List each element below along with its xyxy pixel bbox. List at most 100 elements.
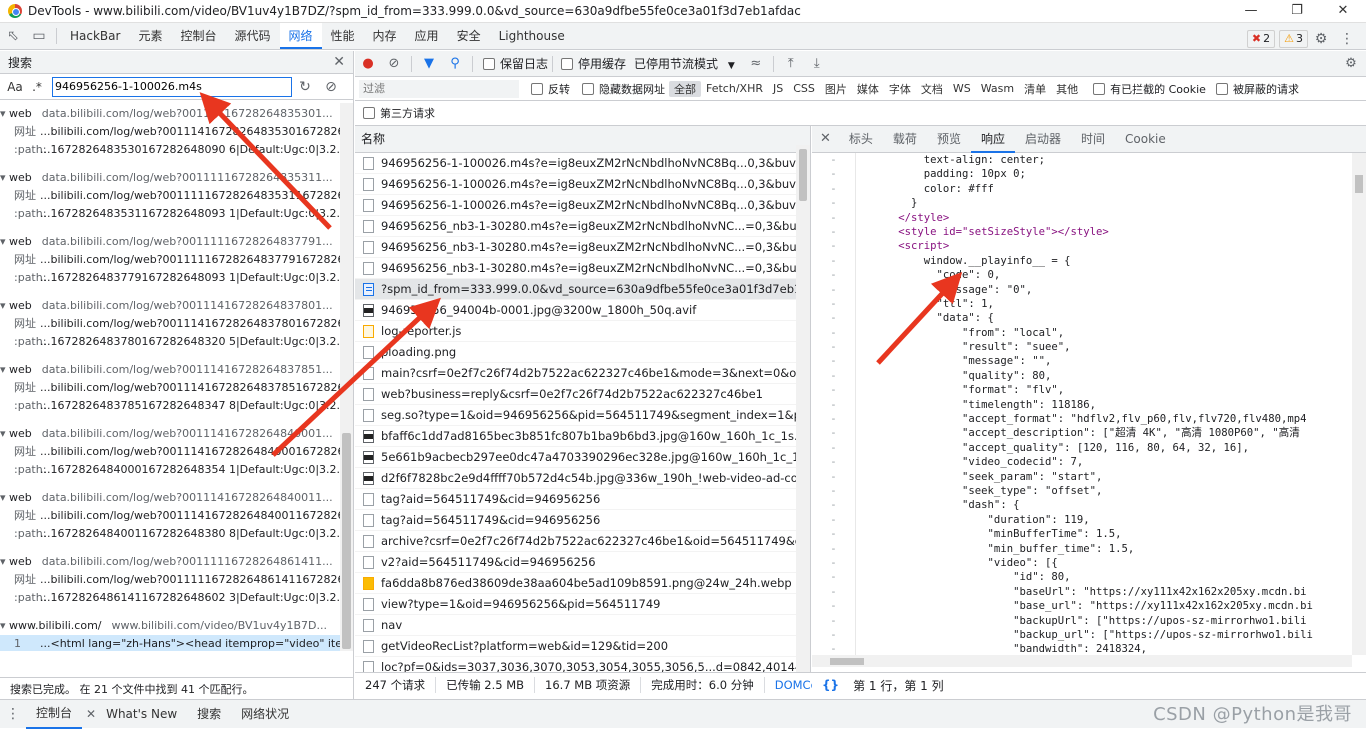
throttle-select[interactable]: 已停用节流模式 ▼ (634, 55, 735, 72)
request-row[interactable]: 946956256-1-100026.m4s?e=ig8euxZM2rNcNbd… (355, 174, 810, 195)
network-conditions-icon[interactable]: ≈ (743, 56, 769, 71)
result-line[interactable]: :path:...1672826484000167282648354 1|Def… (0, 461, 340, 479)
filter-type-wasm[interactable]: Wasm (976, 82, 1019, 95)
results-scrollbar[interactable] (340, 103, 353, 651)
result-group[interactable]: ▾ www.bilibili.com/www.bilibili.com/vide… (0, 615, 340, 651)
more-options-icon[interactable]: ⋮ (1334, 26, 1360, 52)
filter-type-ws[interactable]: WS (948, 82, 976, 95)
export-har-icon[interactable]: ⤓ (804, 56, 830, 71)
preserve-log-checkbox[interactable]: 保留日志 (483, 55, 548, 72)
filter-type-css[interactable]: CSS (788, 82, 820, 95)
request-row[interactable]: 946956256_nb3-1-30280.m4s?e=ig8euxZM2rNc… (355, 237, 810, 258)
network-settings-icon[interactable]: ⚙ (1338, 56, 1364, 71)
drawer-menu-icon[interactable]: ⋮ (0, 701, 26, 727)
request-row[interactable]: fa6dda8b876ed38609de38aa604be5ad109b8591… (355, 573, 810, 594)
expand-triangle-icon[interactable]: ▾ (0, 555, 9, 568)
drawer-tab-3[interactable]: 网络状况 (231, 701, 299, 728)
result-group[interactable]: ▾ web data.bilibili.com/log/web?001114167… (0, 359, 340, 423)
error-badge[interactable]: ✖ 2 (1246, 30, 1276, 48)
result-group[interactable]: ▾ web data.bilibili.com/log/web?001111167… (0, 231, 340, 295)
tab-1[interactable]: 元素 (129, 23, 171, 49)
result-group-header[interactable]: ▾ web data.bilibili.com/log/web?001111167… (0, 553, 340, 571)
request-list-scrollbar[interactable] (796, 145, 810, 672)
response-tab-cookie[interactable]: Cookie (1115, 126, 1176, 153)
result-group-header[interactable]: ▾ web data.bilibili.com/log/web?001114167… (0, 425, 340, 443)
expand-triangle-icon[interactable]: ▾ (0, 491, 9, 504)
settings-gear-icon[interactable]: ⚙ (1308, 26, 1334, 52)
request-row[interactable]: getVideoRecList?platform=web&id=129&tid=… (355, 636, 810, 657)
result-line[interactable]: :path:...1672826486141167282648602 3|Def… (0, 589, 340, 607)
third-party-checkbox[interactable]: 第三方请求 (363, 105, 435, 121)
result-group[interactable]: ▾ web data.bilibili.com/log/web?001111167… (0, 167, 340, 231)
request-row[interactable]: 946956256-1-100026.m4s?e=ig8euxZM2rNcNbd… (355, 195, 810, 216)
clear-icon[interactable]: ⊘ (318, 74, 344, 100)
request-row[interactable]: ?spm_id_from=333.999.0.0&vd_source=630a9… (355, 279, 810, 300)
tab-3[interactable]: 源代码 (225, 23, 279, 49)
request-row[interactable]: web?business=reply&csrf=0e2f7c26f74d2b75… (355, 384, 810, 405)
response-tab-3[interactable]: 响应 (970, 126, 1015, 153)
filter-type-js[interactable]: JS (768, 82, 788, 95)
result-group[interactable]: ▾ web data.bilibili.com/log/web?001114167… (0, 487, 340, 551)
result-line[interactable]: :path:...1672826483530167282648090 6|Def… (0, 141, 340, 159)
name-column-header[interactable]: 名称 (355, 126, 810, 153)
refresh-icon[interactable]: ↻ (292, 74, 318, 100)
response-code-view[interactable]: - text-align: center; - padding: 10px 0; -… (812, 153, 1352, 655)
result-line[interactable]: 网址 ...bilibili.com/log/web?00111416728264… (0, 443, 340, 461)
code-horizontal-scrollbar[interactable] (812, 655, 1352, 667)
expand-triangle-icon[interactable]: ▾ (0, 299, 9, 312)
request-row[interactable]: 5e661b9acbecb297ee0dc47a4703390296ec328e… (355, 447, 810, 468)
close-window-button[interactable]: ✕ (1320, 0, 1366, 23)
disable-cache-checkbox[interactable]: 停用缓存 (561, 55, 626, 72)
expand-triangle-icon[interactable]: ▾ (0, 235, 9, 248)
tab-4[interactable]: 网络 (279, 23, 322, 49)
request-row[interactable]: archive?csrf=0e2f7c26f74d2b7522ac622327c… (355, 531, 810, 552)
warning-badge[interactable]: ⚠ 3 (1279, 30, 1308, 48)
clear-log-icon[interactable]: ⊘ (381, 56, 407, 71)
request-row[interactable]: 946956256_nb3-1-30280.m4s?e=ig8euxZM2rNc… (355, 216, 810, 237)
request-row[interactable]: seg.so?type=1&oid=946956256&pid=56451174… (355, 405, 810, 426)
tab-hackbar[interactable]: HackBar (61, 23, 129, 49)
search-icon[interactable]: ⚲ (442, 56, 468, 71)
code-vertical-scrollbar[interactable] (1352, 153, 1366, 655)
response-tab-5[interactable]: 时间 (1071, 126, 1115, 153)
regex-button[interactable]: .* (26, 80, 48, 94)
result-group-header[interactable]: ▾ web data.bilibili.com/log/web?001111167… (0, 233, 340, 251)
request-row[interactable]: v2?aid=564511749&cid=946956256 (355, 552, 810, 573)
invert-checkbox[interactable]: 反转 (531, 81, 570, 97)
result-group-header[interactable]: ▾ web data.bilibili.com/log/web?001111167… (0, 169, 340, 187)
expand-triangle-icon[interactable]: ▾ (0, 171, 9, 184)
result-line[interactable]: 网址 ...bilibili.com/log/web?00111416728264… (0, 379, 340, 397)
pretty-print-icon[interactable]: {} (822, 678, 839, 692)
filter-type-4[interactable]: 图片 (820, 81, 852, 97)
match-case-button[interactable]: Aa (4, 80, 26, 94)
request-row[interactable]: main?csrf=0e2f7c26f74d2b7522ac622327c46b… (355, 363, 810, 384)
request-row[interactable]: 946956256-1-100026.m4s?e=ig8euxZM2rNcNbd… (355, 153, 810, 174)
response-tab-1[interactable]: 载荷 (883, 126, 927, 153)
expand-triangle-icon[interactable]: ▾ (0, 363, 9, 376)
filter-type-fetch-xhr[interactable]: Fetch/XHR (701, 82, 768, 95)
request-row[interactable]: d2f6f7828bc2e9d4ffff70b572d4c54b.jpg@336… (355, 468, 810, 489)
result-line[interactable]: 网址 ...bilibili.com/log/web?00111116728264… (0, 251, 340, 269)
filter-type-6[interactable]: 字体 (884, 81, 916, 97)
blocked-requests-checkbox[interactable]: 被屏蔽的请求 (1215, 81, 1299, 97)
result-line[interactable]: :path:...1672826483785167282648347 8|Def… (0, 397, 340, 415)
tab-lighthouse[interactable]: Lighthouse (490, 23, 574, 49)
result-group[interactable]: ▾ web data.bilibili.com/log/web?001114167… (0, 423, 340, 487)
request-row[interactable]: view?type=1&oid=946956256&pid=564511749 (355, 594, 810, 615)
result-line[interactable]: :path:...1672826484001167282648380 8|Def… (0, 525, 340, 543)
result-line[interactable]: 网址 ...bilibili.com/log/web?00111116728264… (0, 187, 340, 205)
tab-7[interactable]: 应用 (406, 23, 448, 49)
result-group[interactable]: ▾ web data.bilibili.com/log/web?001114167… (0, 295, 340, 359)
result-line[interactable]: :path:...1672826483531167282648093 1|Def… (0, 205, 340, 223)
filter-type-7[interactable]: 文档 (916, 81, 948, 97)
request-row[interactable]: tag?aid=564511749&cid=946956256 (355, 489, 810, 510)
request-row[interactable]: 946956256_94004b-0001.jpg@3200w_1800h_50… (355, 300, 810, 321)
result-line[interactable]: 网址 ...bilibili.com/log/web?00111416728264… (0, 507, 340, 525)
drawer-tab-2[interactable]: 搜索 (187, 701, 231, 728)
filter-type-0[interactable]: 全部 (669, 80, 701, 97)
import-har-icon[interactable]: ⤒ (778, 56, 804, 71)
filter-type-5[interactable]: 媒体 (852, 81, 884, 97)
tab-5[interactable]: 性能 (322, 23, 364, 49)
close-detail-icon[interactable]: ✕ (812, 126, 839, 153)
expand-triangle-icon[interactable]: ▾ (0, 619, 9, 632)
